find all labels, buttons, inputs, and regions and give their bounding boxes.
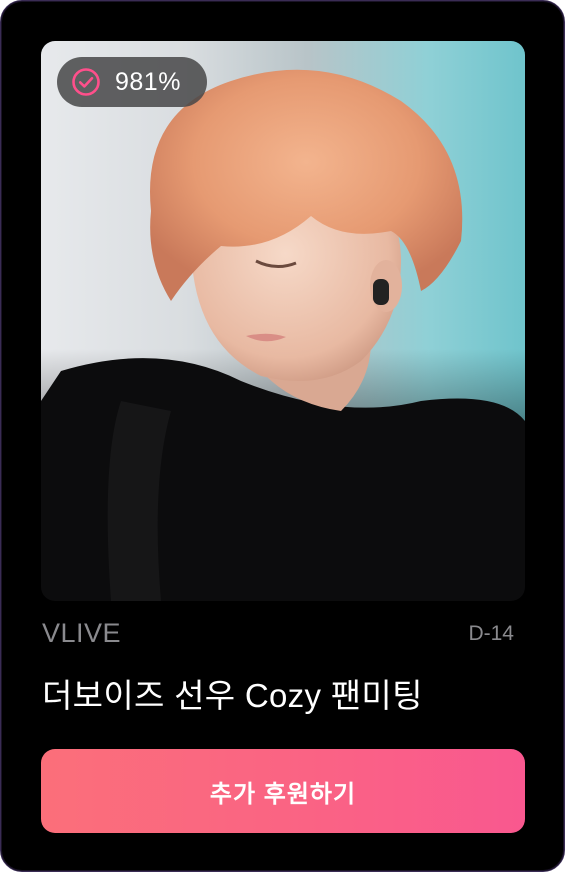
check-circle-icon bbox=[71, 67, 101, 97]
campaign-photo bbox=[41, 41, 525, 601]
funding-rate-badge: 981% bbox=[57, 57, 207, 107]
dday-label: D-14 bbox=[468, 622, 514, 645]
funding-rate-value: 981% bbox=[115, 67, 181, 96]
campaign-title[interactable]: 더보이즈 선우 Cozy 팬미팅 bbox=[42, 669, 423, 717]
platform-label: VLIVE bbox=[42, 618, 122, 648]
campaign-card[interactable]: 981% VLIVE D-14 더보이즈 선우 Cozy 팬미팅 추가 후원하기 bbox=[0, 0, 565, 872]
additional-support-button[interactable]: 추가 후원하기 bbox=[41, 749, 525, 833]
